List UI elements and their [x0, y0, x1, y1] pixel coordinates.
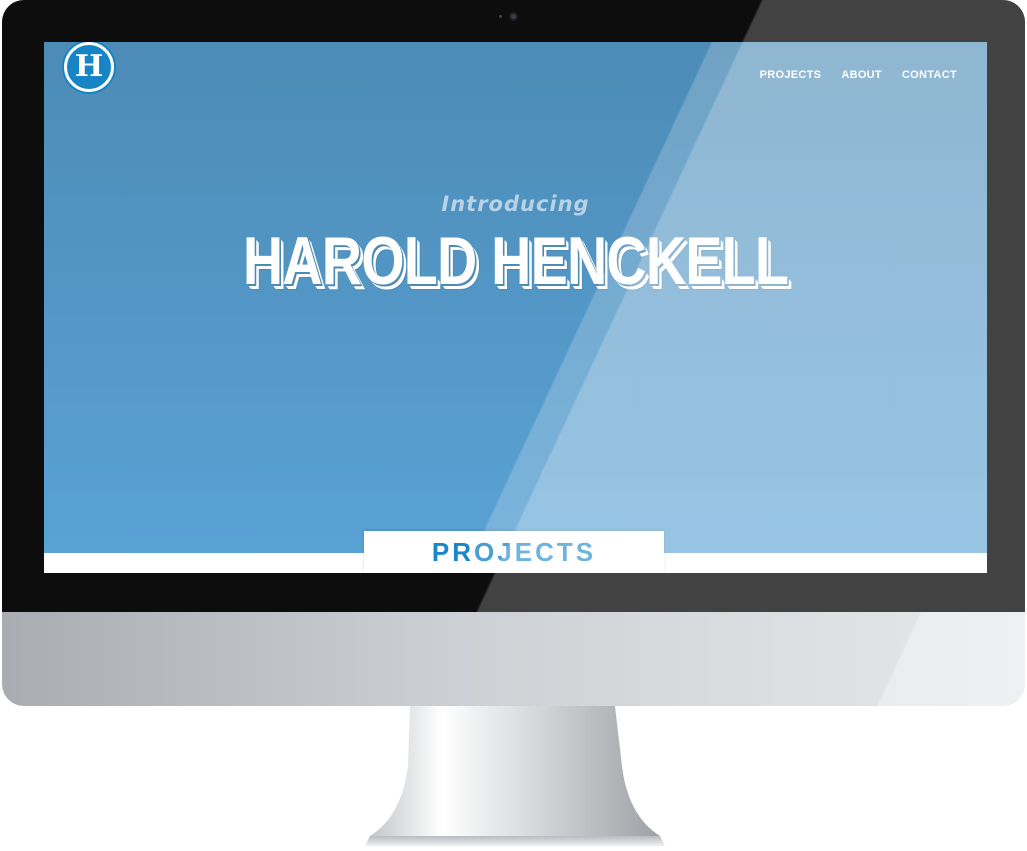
chin-glare	[2, 612, 1025, 706]
stand-neck	[370, 706, 660, 836]
hero-intro-text: Introducing	[441, 192, 590, 216]
ambient-sensor-icon	[499, 15, 502, 18]
monitor-mockup: H PROJECTS ABOUT CONTACT Introducing HAR…	[0, 0, 1027, 851]
projects-section-tab[interactable]: PROJECTS	[364, 531, 664, 573]
screen-glare	[44, 42, 987, 573]
hero-name-heading: HAROLD HENCKELL	[242, 223, 789, 299]
monitor-chin	[2, 612, 1025, 706]
projects-section-label: PROJECTS	[431, 536, 597, 567]
main-nav: PROJECTS ABOUT CONTACT	[760, 69, 957, 81]
nav-contact-link[interactable]: CONTACT	[902, 69, 957, 81]
website-screen: H PROJECTS ABOUT CONTACT Introducing HAR…	[44, 42, 987, 573]
stand-base	[365, 836, 665, 846]
webcam-icon	[509, 12, 518, 21]
nav-projects-link[interactable]: PROJECTS	[760, 69, 822, 81]
monitor-bezel: H PROJECTS ABOUT CONTACT Introducing HAR…	[2, 0, 1025, 612]
monitor-stand	[365, 706, 665, 846]
site-logo-icon[interactable]: H	[64, 42, 114, 92]
nav-about-link[interactable]: ABOUT	[841, 69, 882, 81]
